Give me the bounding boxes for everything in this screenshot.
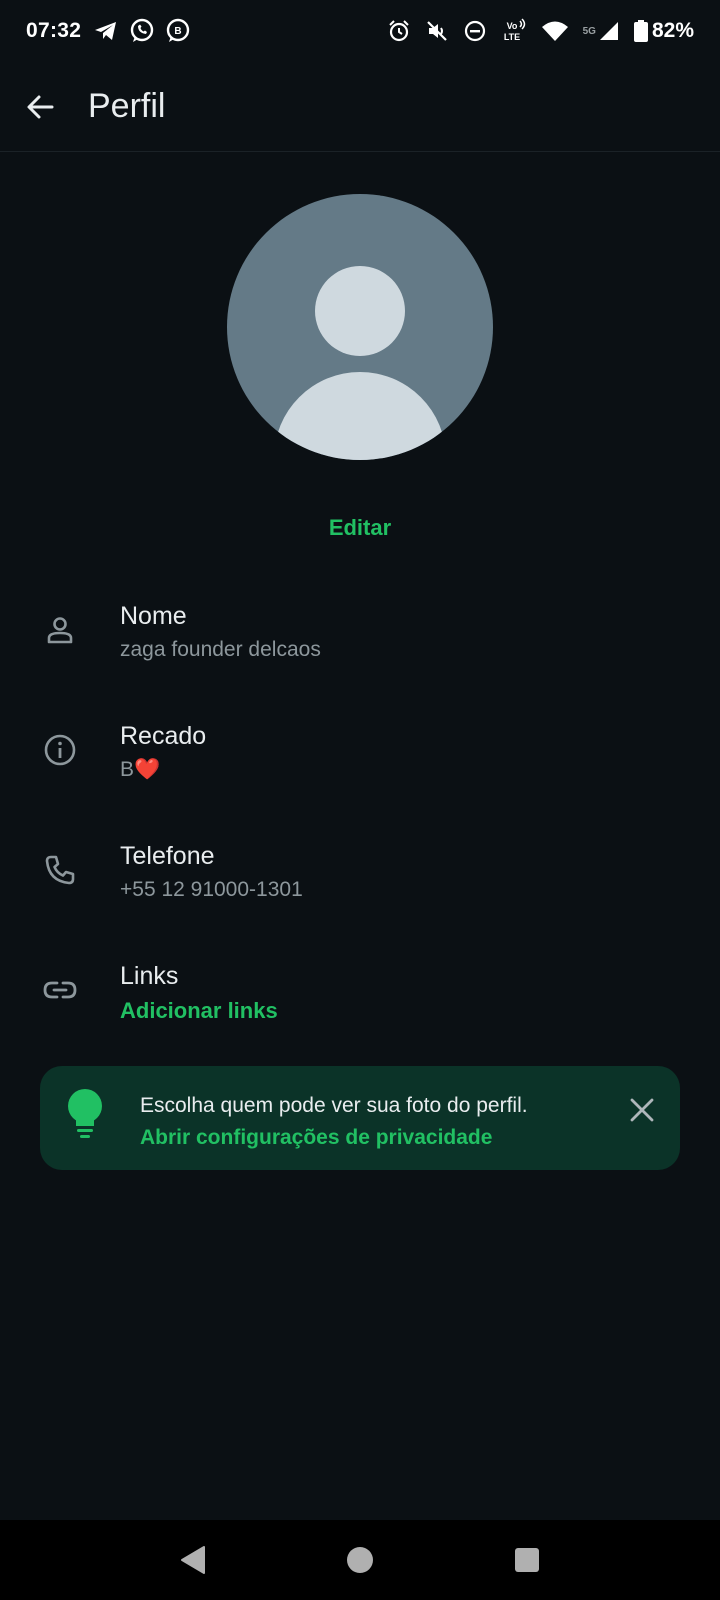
vibrate-off-icon	[425, 19, 449, 43]
phone-icon	[40, 850, 80, 890]
network-type: 5G	[582, 25, 596, 37]
wifi-icon	[541, 19, 569, 43]
privacy-banner: Escolha quem pode ver sua foto do perfil…	[40, 1066, 680, 1170]
alarm-icon	[387, 19, 411, 43]
privacy-settings-link[interactable]: Abrir configurações de privacidade	[140, 1126, 492, 1150]
app-bar: Perfil	[0, 62, 720, 152]
page-title: Perfil	[88, 87, 166, 125]
add-links-button[interactable]: Adicionar links	[120, 998, 278, 1024]
svg-text:Vo: Vo	[506, 21, 517, 31]
about-value: B❤️	[120, 758, 161, 781]
whatsapp-business-icon: B	[165, 18, 191, 44]
phone-value: +55 12 91000-1301	[120, 878, 303, 901]
banner-message: Escolha quem pode ver sua foto do perfil…	[140, 1094, 528, 1117]
volte-icon: Vo LTE	[501, 18, 527, 44]
avatar-body-shape	[274, 372, 446, 460]
telegram-icon	[93, 19, 119, 43]
phone-label: Telefone	[120, 842, 215, 870]
nav-back-button[interactable]	[163, 1530, 223, 1590]
whatsapp-icon	[129, 18, 155, 44]
do-not-disturb-icon	[463, 19, 487, 43]
svg-text:B: B	[175, 26, 182, 37]
info-icon	[40, 730, 80, 770]
lightbulb-icon	[64, 1088, 106, 1149]
svg-text:LTE: LTE	[503, 32, 519, 42]
status-bar: 07:32 B Vo LTE 5G 82%	[0, 0, 720, 62]
triangle-back-icon	[181, 1546, 206, 1574]
status-time: 07:32	[26, 19, 82, 42]
profile-photo[interactable]	[227, 194, 493, 460]
avatar-head-shape	[315, 266, 405, 356]
close-banner-button[interactable]	[620, 1088, 664, 1132]
person-icon	[40, 610, 80, 650]
close-icon	[630, 1098, 654, 1122]
status-left: 07:32 B	[26, 18, 201, 44]
links-label: Links	[120, 962, 179, 990]
name-label: Nome	[120, 602, 187, 630]
about-row[interactable]: Recado B❤️	[0, 716, 720, 816]
signal-icon: 5G	[583, 20, 620, 42]
about-label: Recado	[120, 722, 207, 750]
status-right: Vo LTE 5G 82%	[373, 18, 694, 44]
back-button[interactable]	[0, 62, 80, 152]
name-value: zaga founder delcaos	[120, 638, 321, 661]
name-row[interactable]: Nome zaga founder delcaos	[0, 596, 720, 696]
edit-photo-button[interactable]: Editar	[0, 515, 720, 541]
system-nav-bar	[0, 1520, 720, 1600]
square-recents-icon	[514, 1548, 539, 1572]
profile-screen: 07:32 B Vo LTE 5G 82% Perfil Editar Nome…	[0, 0, 720, 1600]
arrow-back-icon	[27, 95, 54, 118]
battery-icon	[633, 20, 648, 42]
circle-home-icon	[346, 1547, 373, 1573]
link-icon	[40, 970, 80, 1010]
nav-home-button[interactable]	[330, 1530, 390, 1590]
phone-row[interactable]: Telefone +55 12 91000-1301	[0, 836, 720, 936]
links-row[interactable]: Links Adicionar links	[0, 956, 720, 1056]
nav-recents-button[interactable]	[497, 1530, 557, 1590]
battery-percent: 82%	[651, 19, 694, 42]
